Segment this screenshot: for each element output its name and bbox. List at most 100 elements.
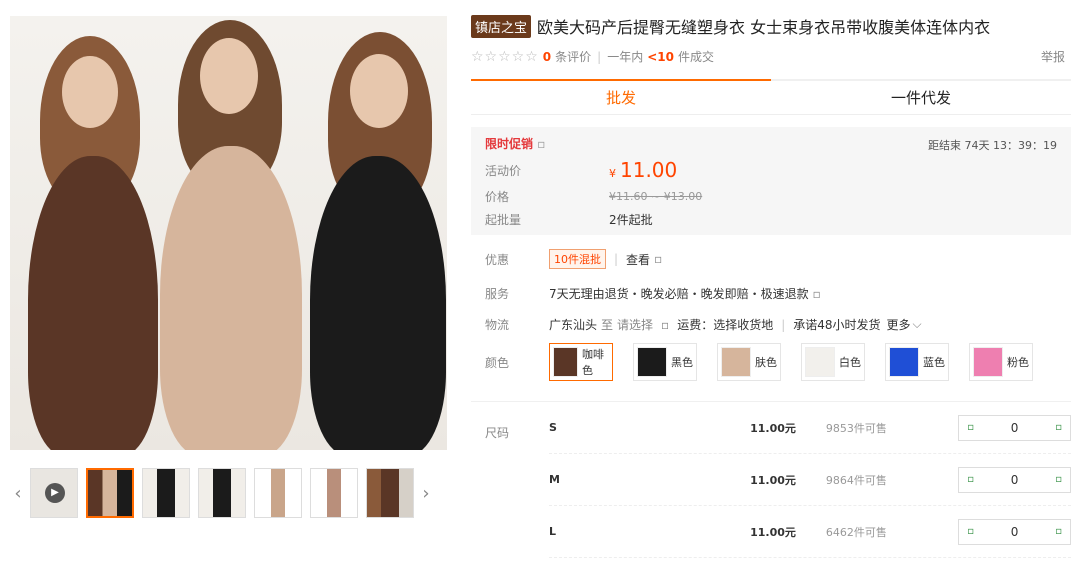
color-swatch — [805, 347, 835, 377]
color-name: 肤色 — [755, 356, 777, 369]
original-price: ¥11.60 ~ ¥13.00 — [609, 190, 703, 203]
divider: | — [614, 252, 619, 266]
quantity-stepper: ▫ 0 ▫ — [958, 414, 1071, 441]
logistics-label: 物流 — [485, 318, 510, 332]
review-label[interactable]: 条评价 — [555, 48, 591, 65]
thumbnail-6[interactable] — [366, 468, 414, 518]
color-name: 咖啡色 — [581, 348, 604, 377]
shop-badge: 镇店之宝 — [471, 14, 532, 38]
model-face — [350, 54, 408, 128]
shipping-fee[interactable]: 运费：选择收货地 — [677, 316, 773, 333]
tab-dropship[interactable]: 一件代发 — [771, 79, 1071, 114]
model-bodysuit-coffee — [28, 156, 158, 450]
quantity-value[interactable]: 0 — [1011, 421, 1019, 435]
currency-symbol: ¥ — [609, 167, 616, 180]
chevron-right-icon[interactable]: › — [418, 483, 434, 504]
color-swatch — [553, 347, 578, 377]
star-rating-icon: ☆☆☆☆☆ — [471, 48, 539, 65]
min-order-value: 2件起批 — [609, 213, 653, 227]
increment-button[interactable]: ▫ — [1055, 422, 1062, 433]
size-stock: 6462件可售 — [825, 525, 887, 539]
rating-meta: ☆☆☆☆☆ 0 条评价 | 一年内 <10 件成交 — [471, 48, 1071, 65]
model-face — [200, 38, 258, 114]
color-option-coffee[interactable]: 咖啡色 — [549, 343, 613, 381]
increment-button[interactable]: ▫ — [1055, 526, 1062, 537]
sales-count: <10 — [647, 49, 674, 64]
color-option-pink[interactable]: 粉色 — [969, 343, 1033, 381]
model-face — [62, 56, 118, 128]
thumbnail-4[interactable] — [254, 468, 302, 518]
color-name: 粉色 — [1007, 356, 1029, 369]
thumbnail-3[interactable] — [198, 468, 246, 518]
activity-price-label: 活动价 — [485, 163, 522, 178]
color-option-white[interactable]: 白色 — [801, 343, 865, 381]
decrement-button[interactable]: ▫ — [967, 422, 974, 433]
more-link[interactable]: 更多 — [887, 316, 911, 333]
size-name: S — [549, 421, 557, 434]
play-icon: ▶ — [45, 483, 65, 503]
promo-label: 限时促销 — [485, 137, 534, 151]
quantity-value[interactable]: 0 — [1011, 525, 1019, 539]
review-count[interactable]: 0 — [543, 50, 551, 64]
report-link[interactable]: 举报 — [1041, 48, 1065, 65]
view-offers-link[interactable]: 查看 — [626, 251, 650, 268]
tab-wholesale[interactable]: 批发 — [471, 79, 771, 114]
color-name: 蓝色 — [923, 356, 945, 369]
color-option-nude[interactable]: 肤色 — [717, 343, 781, 381]
size-stock: 9853件可售 — [825, 421, 887, 435]
purchase-tabs: 批发 一件代发 — [471, 79, 1071, 115]
quantity-stepper: ▫ 0 ▫ — [958, 466, 1071, 493]
size-table: 尺码 S 11.00元 9853件可售 ▫ 0 ▫ M 11.00元 9864件… — [471, 401, 1071, 558]
chevron-left-icon[interactable]: ‹ — [10, 483, 26, 504]
main-product-image[interactable] — [10, 16, 447, 450]
size-name: L — [549, 525, 557, 538]
thumbnail-5[interactable] — [310, 468, 358, 518]
color-swatch — [973, 347, 1003, 377]
color-options: 咖啡色 黑色 肤色 白色 蓝色 粉色 — [549, 343, 1033, 381]
color-option-black[interactable]: 黑色 — [633, 343, 697, 381]
chevron-down-icon[interactable]: ⌵ — [913, 317, 922, 332]
dropdown-icon[interactable]: ▫ — [661, 318, 669, 332]
thumbnail-video[interactable]: ▶ — [30, 468, 78, 518]
size-name: M — [549, 473, 560, 486]
decrement-button[interactable]: ▫ — [967, 474, 974, 485]
service-label: 服务 — [485, 287, 510, 301]
increment-button[interactable]: ▫ — [1055, 474, 1062, 485]
thumbnail-2[interactable] — [142, 468, 190, 518]
thumbnail-1[interactable] — [86, 468, 134, 518]
divider: | — [781, 317, 786, 332]
destination-select[interactable]: 请选择 — [617, 316, 653, 333]
original-price-label: 价格 — [485, 190, 510, 204]
chevron-down-icon[interactable]: ▫ — [654, 252, 662, 266]
model-bodysuit-nude — [160, 146, 302, 450]
size-label: 尺码 — [485, 426, 510, 440]
ship-promise: 承诺48小时发货 — [793, 318, 881, 332]
decrement-button[interactable]: ▫ — [967, 526, 974, 537]
mixed-batch-tag: 10件混批 — [549, 249, 606, 269]
countdown-label: 距结束 — [928, 139, 961, 152]
info-icon[interactable]: ▫ — [537, 137, 545, 151]
to-label: 至 — [601, 318, 614, 332]
sales-prefix: 一年内 — [607, 50, 644, 64]
size-price: 11.00元 — [750, 473, 796, 487]
activity-price: 11.00 — [620, 158, 678, 182]
color-option-blue[interactable]: 蓝色 — [885, 343, 949, 381]
color-swatch — [889, 347, 919, 377]
quantity-stepper: ▫ 0 ▫ — [958, 518, 1071, 545]
product-info: 镇店之宝 欧美大码产后提臀无缝塑身衣 女士束身衣吊带收腹美体连体内衣 ☆☆☆☆☆… — [471, 14, 1071, 558]
ship-from: 广东汕头 — [549, 318, 598, 332]
sales-suffix: 件成交 — [677, 50, 714, 64]
quantity-value[interactable]: 0 — [1011, 473, 1019, 487]
min-order-label: 起批量 — [485, 213, 522, 227]
product-title: 欧美大码产后提臀无缝塑身衣 女士束身衣吊带收腹美体连体内衣 — [537, 18, 991, 37]
promo-panel: 限时促销 ▫ 距结束 74天 13：39：19 活动价 ¥11.00 价格 ¥1… — [471, 127, 1071, 235]
size-row: L 11.00元 6462件可售 ▫ 0 ▫ — [549, 506, 1071, 558]
offers-label: 优惠 — [485, 252, 510, 267]
divider: | — [597, 49, 602, 64]
info-icon[interactable]: ▫ — [813, 287, 821, 301]
service-text: 7天无理由退货・晚发必赔・晚发即赔・极速退款 — [549, 287, 809, 301]
color-name: 黑色 — [671, 356, 693, 369]
size-row: M 11.00元 9864件可售 ▫ 0 ▫ — [549, 454, 1071, 506]
color-label: 颜色 — [485, 355, 510, 370]
thumbnail-strip: ‹ ▶ › — [10, 466, 447, 520]
